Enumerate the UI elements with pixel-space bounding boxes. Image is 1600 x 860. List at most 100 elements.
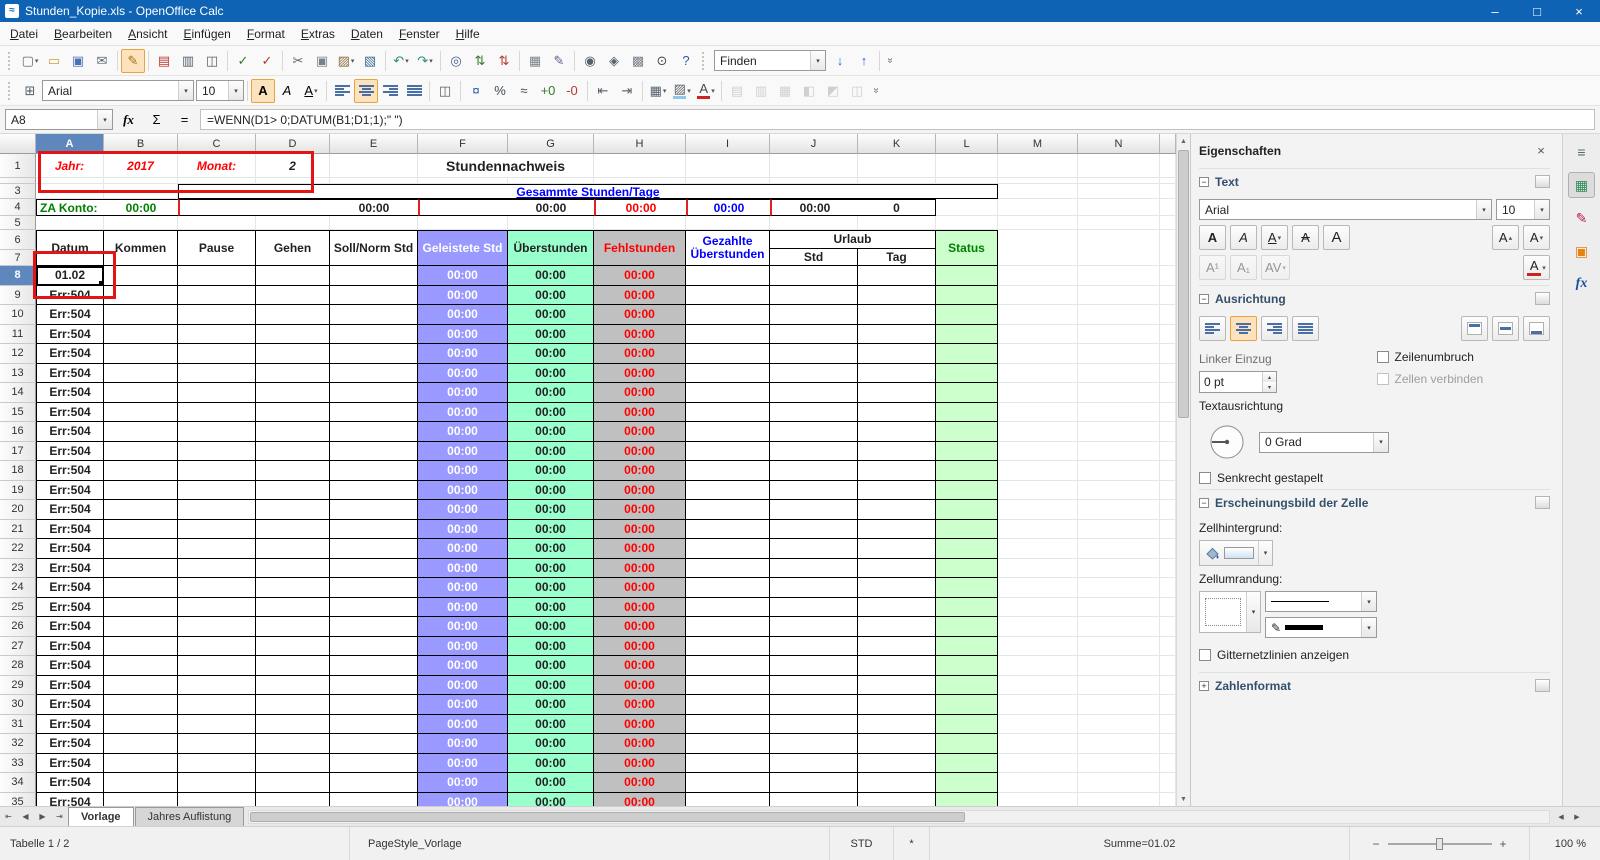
toolbar-grip[interactable] — [8, 51, 14, 70]
header-datum[interactable]: Datum — [36, 230, 104, 266]
row-header-29[interactable]: 29 — [0, 675, 36, 695]
column-header-C[interactable]: C — [178, 134, 256, 154]
cell-E34[interactable] — [330, 773, 418, 793]
cell-H31[interactable]: 00:00 — [594, 714, 686, 734]
bold-icon[interactable]: A — [1199, 225, 1226, 250]
horizontal-scrollbar-thumb[interactable] — [250, 811, 966, 822]
cell-H18[interactable]: 00:00 — [594, 461, 686, 481]
cell-A4[interactable]: ZA Konto: — [36, 199, 104, 216]
delete-decimal-icon[interactable]: -0 — [560, 79, 584, 103]
column-header-M[interactable]: M — [998, 134, 1078, 154]
cell-I13[interactable] — [686, 363, 770, 383]
cell-B33[interactable] — [104, 753, 178, 773]
column-header-I[interactable]: I — [686, 134, 770, 154]
cell-J11[interactable] — [770, 324, 858, 344]
open-document-icon[interactable]: ▭ — [42, 49, 66, 73]
cell-I29[interactable] — [686, 675, 770, 695]
line-style-dropdown-icon[interactable]: ▾ — [1361, 592, 1376, 611]
cell-H12[interactable]: 00:00 — [594, 344, 686, 364]
cell-I4[interactable]: 00:00 — [686, 199, 770, 216]
cell-C26[interactable] — [178, 617, 256, 637]
cell-J32[interactable] — [770, 734, 858, 754]
cell-C4[interactable] — [178, 199, 256, 216]
cell-K25[interactable] — [858, 597, 936, 617]
cell-I21[interactable] — [686, 519, 770, 539]
cell-E15[interactable] — [330, 402, 418, 422]
cell-H24[interactable]: 00:00 — [594, 578, 686, 598]
cell-C22[interactable] — [178, 539, 256, 559]
character-dialog-icon[interactable]: A — [1323, 225, 1350, 250]
underline-icon[interactable]: A ▾ — [299, 79, 323, 103]
cell-C18[interactable] — [178, 461, 256, 481]
header-status[interactable]: Status — [936, 230, 998, 266]
cell-J20[interactable] — [770, 500, 858, 520]
cell-H11[interactable]: 00:00 — [594, 324, 686, 344]
cell-A29[interactable]: Err:504 — [36, 675, 104, 695]
row-header-27[interactable]: 27 — [0, 636, 36, 656]
row-header-8[interactable]: 8 — [0, 266, 36, 286]
cell-H26[interactable]: 00:00 — [594, 617, 686, 637]
header-geleistete-std[interactable]: Geleistete Std — [418, 230, 508, 266]
cell-D22[interactable] — [256, 539, 330, 559]
row-header-18[interactable]: 18 — [0, 461, 36, 481]
properties-deck-icon[interactable]: ▦ — [1568, 172, 1595, 198]
cell-H15[interactable]: 00:00 — [594, 402, 686, 422]
cell-C28[interactable] — [178, 656, 256, 676]
zoom-out-icon[interactable]: − — [1368, 837, 1383, 851]
menu-item-bearbeiten[interactable]: Bearbeiten — [46, 24, 120, 44]
cell-I9[interactable] — [686, 285, 770, 305]
menu-item-datei[interactable]: Datei — [2, 24, 46, 44]
cell-E32[interactable] — [330, 734, 418, 754]
maximize-button[interactable]: □ — [1516, 0, 1558, 22]
cell-A32[interactable]: Err:504 — [36, 734, 104, 754]
cell-L23[interactable] — [936, 558, 998, 578]
cell-J27[interactable] — [770, 636, 858, 656]
spinner-arrows[interactable]: ▴ ▾ — [1262, 372, 1276, 392]
cell-F34[interactable]: 00:00 — [418, 773, 508, 793]
cell-L33[interactable] — [936, 753, 998, 773]
function-wizard-icon[interactable]: fx — [116, 109, 141, 131]
align-right-icon[interactable] — [1261, 316, 1288, 341]
cell-H19[interactable]: 00:00 — [594, 480, 686, 500]
cell-G23[interactable]: 00:00 — [508, 558, 594, 578]
borders-icon[interactable]: ▦ ▾ — [646, 79, 670, 103]
cell-F9[interactable]: 00:00 — [418, 285, 508, 305]
horizontal-scrollbar[interactable] — [248, 809, 1550, 824]
cell-G17[interactable]: 00:00 — [508, 441, 594, 461]
cell-G19[interactable]: 00:00 — [508, 480, 594, 500]
find-input[interactable]: Finden — [715, 54, 810, 68]
cell-J12[interactable] — [770, 344, 858, 364]
cell-A17[interactable]: Err:504 — [36, 441, 104, 461]
panel-options-icon[interactable] — [1535, 679, 1550, 692]
cell-D4[interactable] — [256, 199, 330, 216]
cell-I32[interactable] — [686, 734, 770, 754]
row-header-20[interactable]: 20 — [0, 500, 36, 520]
cell-D30[interactable] — [256, 695, 330, 715]
merge-cells-icon[interactable]: ◫ — [433, 79, 457, 103]
row-header-3[interactable]: 3 — [0, 184, 36, 199]
row-header-1[interactable]: 1 — [0, 154, 36, 178]
cell-C32[interactable] — [178, 734, 256, 754]
cell-E10[interactable] — [330, 305, 418, 325]
cell-G31[interactable]: 00:00 — [508, 714, 594, 734]
cell-C1[interactable]: Monat: — [178, 154, 256, 178]
show-gridlines-checkbox[interactable]: Gitternetzlinien anzeigen — [1199, 648, 1550, 662]
cell-F12[interactable]: 00:00 — [418, 344, 508, 364]
scroll-right-icon[interactable]: ▶ — [1569, 813, 1585, 821]
cell-H17[interactable]: 00:00 — [594, 441, 686, 461]
cell-C31[interactable] — [178, 714, 256, 734]
cell-E9[interactable] — [330, 285, 418, 305]
header-urlaub[interactable]: Urlaub — [770, 230, 936, 249]
column-header-B[interactable]: B — [104, 134, 178, 154]
copy-icon[interactable]: ▣ — [310, 49, 334, 73]
cell-K8[interactable] — [858, 266, 936, 286]
cell-E25[interactable] — [330, 597, 418, 617]
find-dropdown-icon[interactable]: ▾ — [810, 51, 825, 70]
cell-I22[interactable] — [686, 539, 770, 559]
cell-B30[interactable] — [104, 695, 178, 715]
cell-A31[interactable]: Err:504 — [36, 714, 104, 734]
cell-A13[interactable]: Err:504 — [36, 363, 104, 383]
cell-E29[interactable] — [330, 675, 418, 695]
cell-H23[interactable]: 00:00 — [594, 558, 686, 578]
minimize-button[interactable]: – — [1474, 0, 1516, 22]
